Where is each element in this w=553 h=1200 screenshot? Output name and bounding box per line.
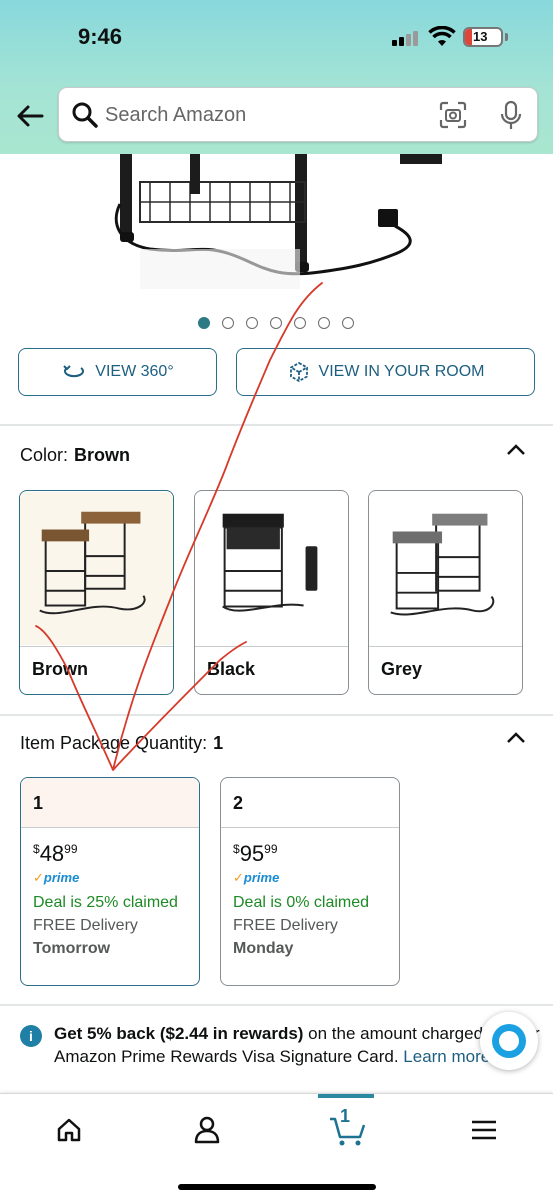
color-swatch-image xyxy=(195,492,348,645)
quantity-option-1[interactable]: 1 $4899 ✓prime Deal is 25% claimed FREE … xyxy=(20,777,200,986)
nav-home[interactable] xyxy=(44,1108,94,1152)
price: $4899 xyxy=(33,841,78,866)
wifi-icon xyxy=(428,26,456,46)
prime-badge: ✓prime xyxy=(33,870,80,885)
view-360-label: VIEW 360° xyxy=(95,363,174,380)
nav-account[interactable] xyxy=(182,1108,232,1152)
view-in-room-button[interactable]: VIEW IN YOUR ROOM xyxy=(236,348,535,396)
divider xyxy=(0,1004,553,1006)
quantity-option-count: 2 xyxy=(221,778,399,828)
delivery-text: FREE Delivery xyxy=(33,917,138,934)
alexa-icon xyxy=(492,1024,526,1058)
hamburger-menu-icon xyxy=(472,1120,496,1140)
color-selected-value: Brown xyxy=(74,445,131,465)
home-indicator xyxy=(178,1184,376,1190)
carousel-dot[interactable] xyxy=(222,317,234,329)
app-header: 9:46 13 xyxy=(0,0,553,154)
user-icon xyxy=(194,1116,220,1144)
color-swatch-image xyxy=(369,492,522,645)
chevron-up-icon[interactable] xyxy=(505,730,527,746)
carousel-dot[interactable] xyxy=(342,317,354,329)
color-swatch-image xyxy=(20,492,173,645)
color-option-label: Grey xyxy=(381,659,423,679)
carousel-dot[interactable] xyxy=(270,317,282,329)
rotate-360-icon xyxy=(63,365,85,378)
cellular-signal-icon xyxy=(392,30,422,46)
home-icon xyxy=(57,1118,81,1142)
view-in-room-label: VIEW IN YOUR ROOM xyxy=(318,363,485,380)
view-360-button[interactable]: VIEW 360° xyxy=(18,348,217,396)
delivery-day: Monday xyxy=(233,940,294,957)
quantity-section-title: Item Package Quantity: 1 xyxy=(20,733,223,754)
quantity-option-2[interactable]: 2 $9599 ✓prime Deal is 0% claimed FREE D… xyxy=(220,777,400,986)
color-option-label: Brown xyxy=(32,659,88,679)
search-icon xyxy=(72,102,98,128)
color-option-brown[interactable]: Brown xyxy=(19,490,174,695)
delivery-day: Tomorrow xyxy=(33,940,111,957)
deal-status: Deal is 25% claimed xyxy=(33,894,178,911)
carousel-dot[interactable] xyxy=(198,317,210,329)
battery-icon: 13 xyxy=(463,27,503,47)
carousel-dot[interactable] xyxy=(246,317,258,329)
quantity-option-count: 1 xyxy=(21,778,199,828)
delivery-text: FREE Delivery xyxy=(233,917,338,934)
carousel-dot[interactable] xyxy=(318,317,330,329)
color-option-label: Black xyxy=(207,659,256,679)
divider xyxy=(0,424,553,426)
carousel-dot[interactable] xyxy=(294,317,306,329)
microphone-icon[interactable] xyxy=(499,100,523,132)
search-bar[interactable] xyxy=(58,87,538,142)
color-label: Color: xyxy=(20,445,69,465)
cart-count-badge: 1 xyxy=(340,1106,351,1126)
camera-scan-icon[interactable] xyxy=(439,101,467,129)
active-tab-indicator xyxy=(318,1094,374,1098)
color-option-grey[interactable]: Grey xyxy=(368,490,523,695)
quantity-label: Item Package Quantity: xyxy=(20,733,208,753)
rewards-headline: Get 5% back ($2.44 in rewards) xyxy=(54,1024,304,1043)
deal-status: Deal is 0% claimed xyxy=(233,894,370,911)
color-section-title: Color: Brown xyxy=(20,445,130,466)
image-carousel-dots[interactable] xyxy=(198,317,354,329)
prime-badge: ✓prime xyxy=(233,870,280,885)
alexa-button[interactable] xyxy=(480,1012,538,1070)
quantity-selected-value: 1 xyxy=(213,733,224,753)
color-option-black[interactable]: Black xyxy=(194,490,349,695)
ar-cube-icon xyxy=(289,361,308,383)
status-bar: 9:46 13 xyxy=(0,0,553,76)
search-input[interactable] xyxy=(105,96,425,134)
back-arrow-icon[interactable] xyxy=(14,100,46,132)
divider xyxy=(0,714,553,716)
chevron-up-icon[interactable] xyxy=(505,442,527,458)
battery-level: 13 xyxy=(473,29,488,44)
status-time: 9:46 xyxy=(78,24,123,49)
product-image[interactable] xyxy=(0,154,553,294)
rewards-banner: i Get 5% back ($2.44 in rewards) on the … xyxy=(20,1022,540,1068)
info-icon: i xyxy=(20,1025,42,1047)
nav-menu[interactable] xyxy=(459,1108,509,1152)
price: $9599 xyxy=(233,841,278,866)
